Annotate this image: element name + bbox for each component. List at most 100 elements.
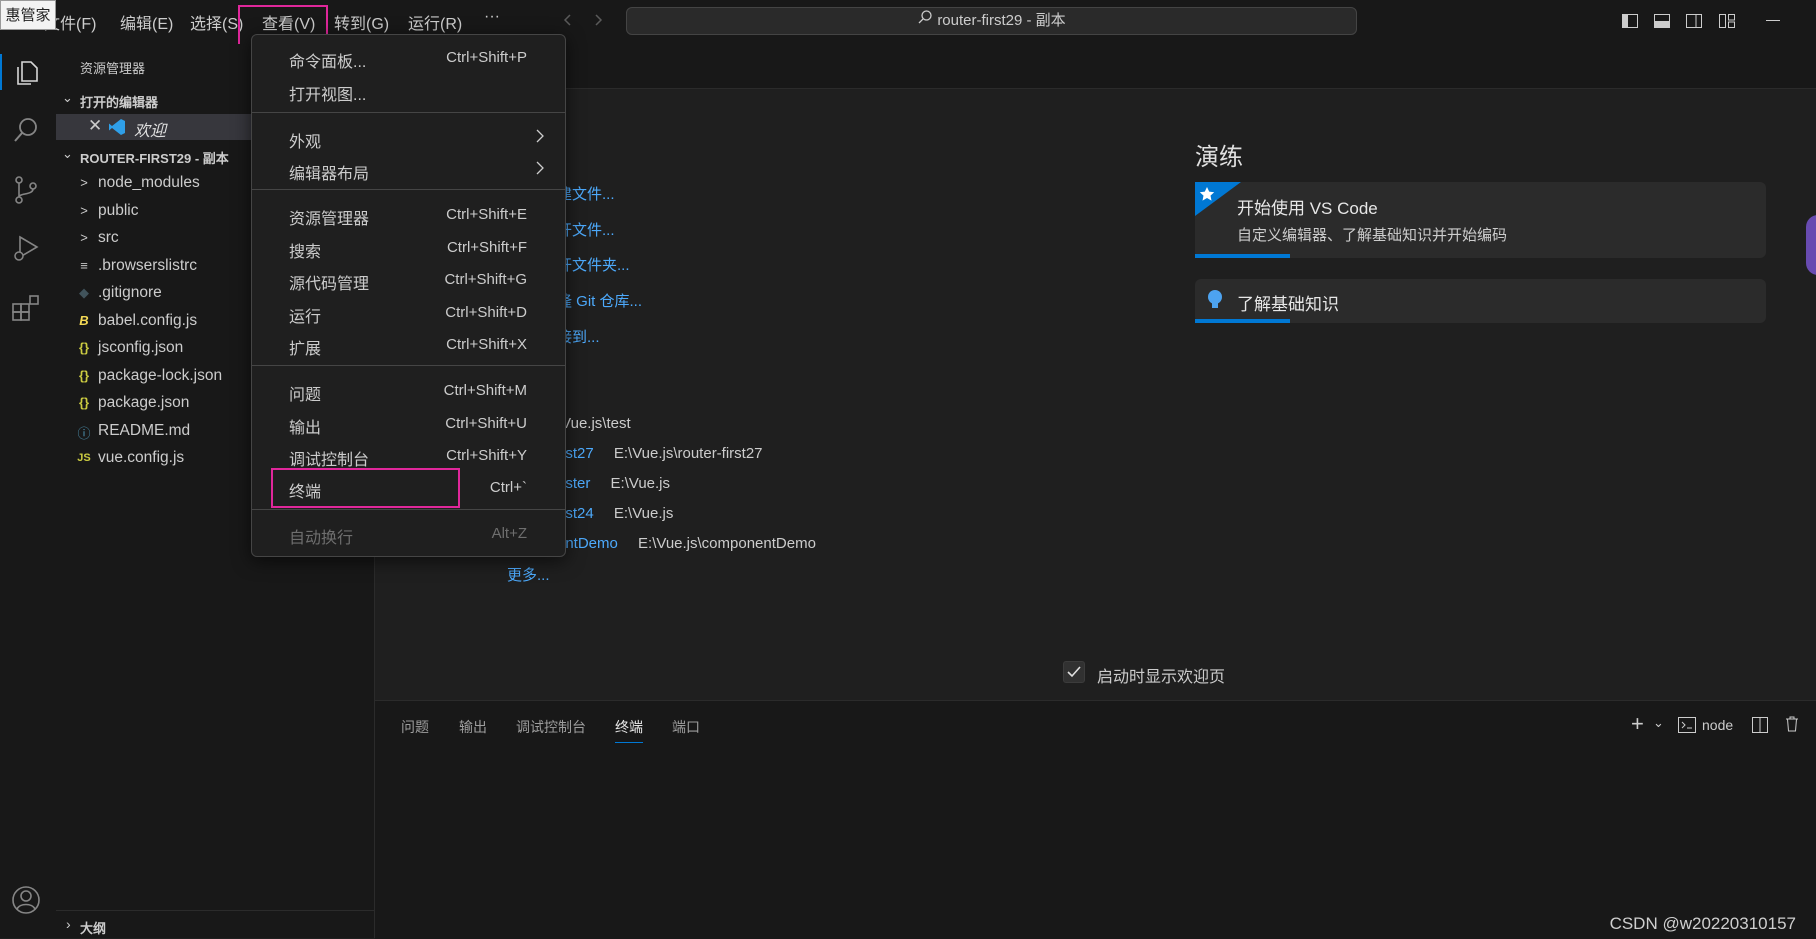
menu-item-open-view[interactable]: 打开视图... — [252, 76, 565, 106]
chevron-right-icon — [535, 161, 545, 179]
babel-icon: B — [79, 313, 89, 328]
file-label: vue.config.js — [98, 449, 185, 466]
menu-item-shortcut: Ctrl+Shift+X — [446, 336, 527, 353]
recent-name: entDemo — [557, 535, 618, 552]
menu-item-label: 资源管理器 — [289, 211, 370, 228]
menu-item-shortcut: Ctrl+Shift+F — [446, 239, 527, 256]
forward-arrow-icon[interactable] — [590, 12, 606, 32]
recent-item[interactable]: irst27 E:\Vue.js\router-first27 — [557, 445, 763, 462]
card-progress-bar — [1195, 254, 1290, 258]
recent-item[interactable]: aster E:\Vue.js — [557, 475, 670, 492]
terminal-name[interactable]: node — [1702, 717, 1733, 733]
toggle-panel-icon[interactable] — [1653, 12, 1671, 34]
command-center-text: router-first29 - 副本 — [937, 12, 1066, 29]
menu-item-word-wrap[interactable]: 自动换行 Alt+Z — [252, 519, 565, 549]
source-control-icon[interactable] — [10, 174, 46, 210]
extensions-icon[interactable] — [10, 292, 46, 328]
account-icon[interactable] — [10, 884, 46, 920]
menu-item-editor-layout[interactable]: 编辑器布局 — [252, 155, 565, 185]
card-progress-bar — [1195, 319, 1290, 323]
menu-item-label: 命令面板... — [289, 54, 367, 71]
menu-item-output[interactable]: 输出 Ctrl+Shift+U — [252, 409, 565, 439]
bottom-panel: 问题 输出 调试控制台 终端 端口 + ⌄ node — [375, 700, 1816, 939]
recent-item[interactable]: \Vue.js\test — [557, 415, 631, 432]
outline-section[interactable]: › 大纲 — [56, 910, 374, 939]
explorer-header: 资源管理器 — [80, 61, 146, 76]
file-label: .browserslistrc — [98, 257, 198, 274]
menu-item-search[interactable]: 搜索 Ctrl+Shift+F — [252, 233, 565, 263]
terminal-item-highlight — [271, 468, 460, 508]
clone-git-link[interactable]: 隆 Git 仓库... — [557, 290, 642, 311]
toggle-secondary-sidebar-icon[interactable] — [1685, 12, 1703, 34]
walkthrough-card-get-started[interactable]: 开始使用 VS Code 自定义编辑器、了解基础知识并开始编码 — [1195, 182, 1766, 258]
walkthrough-title: 演练 — [1195, 144, 1243, 171]
recent-path: E:\Vue.js\router-first27 — [613, 445, 763, 462]
menu-item-label: 自动换行 — [289, 530, 354, 547]
edge-decoration — [1806, 215, 1816, 275]
open-editors-title: 打开的编辑器 — [80, 95, 159, 110]
walkthrough-card-fundamentals[interactable]: 了解基础知识 — [1195, 279, 1766, 323]
menu-item-source-control[interactable]: 源代码管理 Ctrl+Shift+G — [252, 265, 565, 295]
menu-item-shortcut: Ctrl+` — [489, 479, 527, 496]
menu-item-label: 编辑器布局 — [289, 166, 370, 183]
recent-item[interactable]: entDemo E:\Vue.js\componentDemo — [557, 535, 816, 552]
run-debug-icon[interactable] — [10, 232, 46, 268]
tab-problems[interactable]: 问题 — [401, 717, 429, 737]
card-description: 自定义编辑器、了解基础知识并开始编码 — [1237, 227, 1508, 244]
recent-path: \Vue.js\test — [557, 415, 631, 432]
menu-item-explorer[interactable]: 资源管理器 Ctrl+Shift+E — [252, 200, 565, 230]
show-on-startup-label: 启动时显示欢迎页 — [1097, 669, 1226, 686]
menu-run[interactable]: 运行(R) — [408, 10, 462, 34]
open-editor-label: 欢迎 — [134, 123, 167, 140]
more-recent-link[interactable]: 更多... — [507, 564, 550, 585]
menu-more[interactable]: ··· — [484, 8, 500, 26]
menu-item-label: 搜索 — [289, 244, 322, 261]
file-label: README.md — [98, 422, 191, 439]
file-label: babel.config.js — [98, 312, 198, 329]
split-terminal-icon[interactable] — [1751, 716, 1769, 738]
trash-icon[interactable] — [1783, 715, 1801, 737]
recent-path: E:\Vue.js — [613, 505, 674, 522]
tab-debug-console[interactable]: 调试控制台 — [516, 717, 586, 737]
menu-edit[interactable]: 编辑(E) — [120, 10, 173, 34]
show-on-startup-checkbox[interactable] — [1063, 661, 1085, 683]
tab-output[interactable]: 输出 — [459, 717, 487, 737]
minimize-icon[interactable] — [1766, 20, 1780, 21]
menu-item-extensions[interactable]: 扩展 Ctrl+Shift+X — [252, 330, 565, 360]
chevron-down-icon[interactable]: ⌄ — [1653, 715, 1664, 731]
file-label: .gitignore — [98, 284, 162, 301]
menu-item-run[interactable]: 运行 Ctrl+Shift+D — [252, 298, 565, 328]
json-icon: {} — [78, 340, 90, 355]
chevron-right-icon: > — [80, 203, 88, 218]
menu-separator — [252, 509, 565, 510]
menu-item-problems[interactable]: 问题 Ctrl+Shift+M — [252, 376, 565, 406]
json-icon: {} — [78, 395, 90, 410]
chevron-right-icon: > — [80, 175, 88, 190]
toggle-primary-sidebar-icon[interactable] — [1621, 12, 1639, 34]
menu-go[interactable]: 转到(G) — [334, 10, 389, 34]
back-arrow-icon[interactable] — [560, 12, 576, 32]
welcome-page: 建文件... 开文件... 开文件夹... 隆 Git 仓库... 接到... … — [375, 89, 1816, 700]
menu-item-label: 扩展 — [289, 341, 322, 358]
explorer-icon[interactable] — [0, 54, 58, 90]
menu-item-command-palette[interactable]: 命令面板... Ctrl+Shift+P — [252, 43, 565, 73]
chevron-right-icon: › — [66, 916, 71, 932]
menu-item-shortcut: Ctrl+Shift+G — [444, 271, 527, 288]
chevron-down-icon: ⌄ — [62, 146, 73, 161]
menu-item-shortcut: Ctrl+Shift+Y — [446, 447, 527, 464]
command-center-search[interactable]: router-first29 - 副本 — [626, 7, 1357, 35]
menu-item-appearance[interactable]: 外观 — [252, 123, 565, 153]
customize-layout-icon[interactable] — [1718, 12, 1736, 34]
menu-selection[interactable]: 选择(S) — [190, 10, 243, 34]
file-label: package-lock.json — [98, 367, 223, 384]
new-terminal-plus-icon[interactable]: + — [1631, 711, 1644, 737]
menu-item-debug-console[interactable]: 调试控制台 Ctrl+Shift+Y — [252, 441, 565, 471]
search-icon[interactable] — [10, 114, 46, 150]
tab-terminal[interactable]: 终端 — [615, 717, 643, 743]
open-folder-link[interactable]: 开文件夹... — [557, 254, 630, 275]
menu-separator — [252, 189, 565, 190]
close-icon[interactable]: ✕ — [88, 116, 102, 136]
editor-tab-bar — [375, 44, 1816, 89]
tab-ports[interactable]: 端口 — [672, 717, 700, 737]
recent-item[interactable]: irst24 E:\Vue.js — [557, 505, 673, 522]
